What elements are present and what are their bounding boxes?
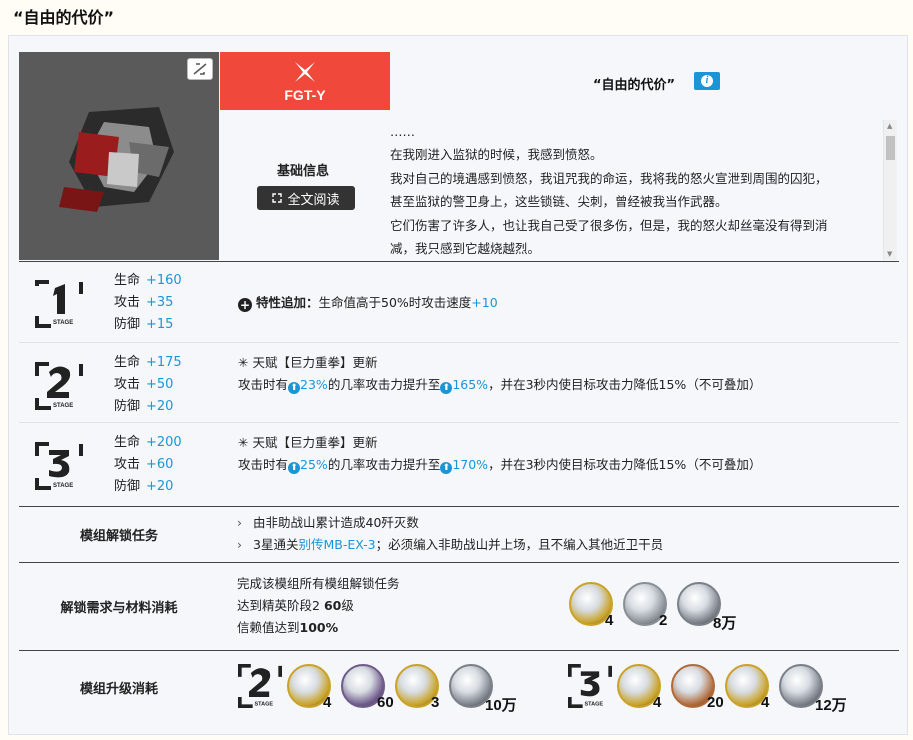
story-text[interactable]: …… 在我刚进入监狱的时候，我感到愤怒。 我对自己的境遇感到愤怒，我诅咒我的命运… <box>390 120 888 260</box>
story-line: 我对自己的境遇感到愤怒，我诅咒我的命运，我将我的怒火宣泄到周围的囚犯， <box>390 170 828 186</box>
story-line: …… <box>390 124 415 139</box>
stage-2-effect: ✳ 天赋【巨力重拳】更新 攻击时有 ⬆ 23%的几率攻击力提升至 ⬆ 165%，并在3秒… <box>238 355 762 394</box>
stage-2-icon: STAGE <box>35 362 83 410</box>
material-count: 4 <box>761 694 770 711</box>
material-count: 4 <box>605 612 614 629</box>
stage-3-row: STAGE 生命 +200 攻击 +60 防御 +20 ✳ 天赋【巨力重拳】更新 攻击… <box>19 426 899 504</box>
info-icon[interactable]: i <box>694 72 720 90</box>
stage-3-stats: 生命 +200 攻击 +60 防御 +20 <box>114 435 182 494</box>
upgrade-cost-label: 模组升级消耗 <box>79 682 158 697</box>
expand-image-icon[interactable] <box>187 58 213 80</box>
stage-link[interactable]: 别传MB-EX-3 <box>298 537 375 552</box>
chevron-right-icon: › <box>237 515 242 530</box>
task-item: › 3星通关别传MB-EX-3；必须编入非助战山并上场，且不编入其他近卫干员 <box>237 534 663 556</box>
svg-text:STAGE: STAGE <box>53 403 73 409</box>
fgt-emblem-icon <box>295 62 315 82</box>
material-count: 60 <box>377 694 394 711</box>
task-item: › 由非助战山累计造成40歼灭数 <box>237 512 663 534</box>
arrow-up-icon: ⬆ <box>288 382 301 394</box>
stage-3-effect: ✳ 天赋【巨力重拳】更新 攻击时有 ⬆ 25%的几率攻击力提升至 ⬆ 170%，并在3秒… <box>238 435 762 474</box>
svg-text:STAGE: STAGE <box>53 483 73 489</box>
stage-1-row: STAGE 生命 +160 攻击 +35 防御 +15 + 特性追加：生命值高于50%… <box>19 264 899 342</box>
read-full-button[interactable]: 全文阅读 <box>257 186 355 210</box>
svg-text:STAGE: STAGE <box>585 701 604 707</box>
talent-icon: ✳ <box>238 355 249 370</box>
svg-text:STAGE: STAGE <box>255 701 274 707</box>
unlock-tasks-label: 模组解锁任务 <box>79 529 158 544</box>
material-count: 4 <box>653 694 662 711</box>
arrow-up-icon: ⬆ <box>288 462 301 474</box>
module-card: FGT-Y “自由的代价” i 基础信息 全文阅读 …… 在我刚进入监狱的时候，… <box>8 35 908 735</box>
basic-info-label: 基础信息 <box>277 164 330 179</box>
module-code-badge: FGT-Y <box>220 52 390 110</box>
material-count: 8万 <box>713 615 737 632</box>
page-title: “自由的代价” <box>13 8 115 27</box>
material-count: 12万 <box>815 697 847 714</box>
module-header: FGT-Y “自由的代价” i 基础信息 全文阅读 …… 在我刚进入监狱的时候，… <box>19 52 899 260</box>
arrow-up-icon: ⬆ <box>440 462 453 474</box>
chevron-right-icon: › <box>237 537 242 552</box>
module-artwork-icon <box>49 92 189 222</box>
svg-text:STAGE: STAGE <box>53 320 73 326</box>
story-line: 在我刚进入监狱的时候，我感到愤怒。 <box>390 147 603 163</box>
stage-1-effect: + 特性追加：生命值高于50%时攻击速度+10 <box>238 295 498 312</box>
requirements-list: 完成该模组所有模组解锁任务 达到精英阶段2 60级 信赖值达到100% <box>237 576 400 635</box>
upgrade-stage-2-icon: STAGE <box>238 664 282 708</box>
arrow-up-icon: ⬆ <box>440 382 453 394</box>
story-line: 甚至监狱的警卫身上，这些锁链、尖刺，曾经被我当作武器。 <box>390 194 728 210</box>
material-count: 3 <box>431 694 440 711</box>
talent-icon: ✳ <box>238 435 249 450</box>
stage-2-row: STAGE 生命 +175 攻击 +50 防御 +20 ✳ 天赋【巨力重拳】更新 攻击… <box>19 346 899 424</box>
stage-1-icon: STAGE <box>35 280 83 328</box>
story-line: 它们伤害了许多人，也让我自己受了很多伤，但是，我的怒火却丝毫没有得到消 <box>390 217 828 233</box>
story-line: 减，我只感到它越烧越烈。 <box>390 241 541 257</box>
stage-2-stats: 生命 +175 攻击 +50 防御 +20 <box>114 355 182 414</box>
module-name: “自由的代价” <box>593 78 676 93</box>
material-count: 10万 <box>485 697 517 714</box>
stage-3-icon: STAGE <box>35 442 83 490</box>
plus-icon: + <box>238 298 252 312</box>
expand-icon <box>272 193 283 203</box>
story-scrollbar[interactable]: ▲ ▼ <box>883 120 897 260</box>
read-full-label: 全文阅读 <box>287 192 340 208</box>
material-count: 2 <box>659 612 668 629</box>
requirements-label: 解锁需求与材料消耗 <box>60 601 178 616</box>
unlock-task-list: › 由非助战山累计造成40歼灭数 › 3星通关别传MB-EX-3；必须编入非助战山并… <box>237 512 663 556</box>
upgrade-stage-3-icon: STAGE <box>568 664 612 708</box>
module-code: FGT-Y <box>284 87 326 103</box>
module-image[interactable] <box>19 52 219 260</box>
material-count: 20 <box>707 694 724 711</box>
material-count: 4 <box>323 694 332 711</box>
stage-1-stats: 生命 +160 攻击 +35 防御 +15 <box>114 273 182 332</box>
